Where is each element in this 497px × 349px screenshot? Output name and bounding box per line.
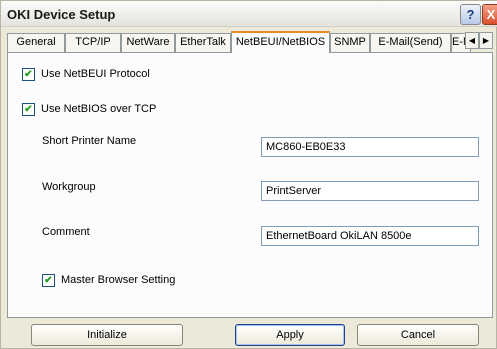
tab-email-send[interactable]: E-Mail(Send) [370,33,451,52]
tab-strip: General TCP/IP NetWare EtherTalk NetBEUI… [7,31,493,53]
netbeui-netbios-panel: ✔ Use NetBEUI Protocol ✔ Use NetBIOS ove… [7,52,493,318]
master-browser-label: Master Browser Setting [61,274,176,286]
tab-tcpip[interactable]: TCP/IP [65,33,121,52]
tab-scroll-left-icon[interactable]: ◀ [465,32,479,49]
comment-label: Comment [42,226,90,238]
title-bar[interactable]: OKI Device Setup ? X [1,1,497,27]
apply-button[interactable]: Apply [235,324,345,346]
initialize-button[interactable]: Initialize [31,324,183,346]
use-netbeui-checkbox[interactable]: ✔ [22,68,35,81]
tab-scroll-right-icon[interactable]: ▶ [479,32,493,49]
window-title: OKI Device Setup [7,7,116,22]
short-printer-name-input[interactable]: MC860-EB0E33 [261,137,479,157]
tab-general[interactable]: General [7,33,65,52]
tab-snmp[interactable]: SNMP [330,33,370,52]
tab-netbeui-netbios[interactable]: NetBEUI/NetBIOS [231,31,330,53]
cancel-button[interactable]: Cancel [357,324,479,346]
comment-input[interactable]: EthernetBoard OkiLAN 8500e [261,226,479,246]
short-printer-name-label: Short Printer Name [42,135,137,147]
use-netbios-checkbox[interactable]: ✔ [22,103,35,116]
help-icon[interactable]: ? [460,4,481,25]
use-netbeui-label: Use NetBEUI Protocol [41,68,150,80]
master-browser-checkbox[interactable]: ✔ [42,274,55,287]
close-icon[interactable]: X [482,4,497,25]
workgroup-input[interactable]: PrintServer [261,181,479,201]
use-netbios-label: Use NetBIOS over TCP [41,103,157,115]
tab-netware[interactable]: NetWare [121,33,175,52]
tab-ethertalk[interactable]: EtherTalk [175,33,231,52]
device-setup-window: OKI Device Setup ? X General TCP/IP NetW… [0,0,497,349]
workgroup-label: Workgroup [42,181,96,193]
